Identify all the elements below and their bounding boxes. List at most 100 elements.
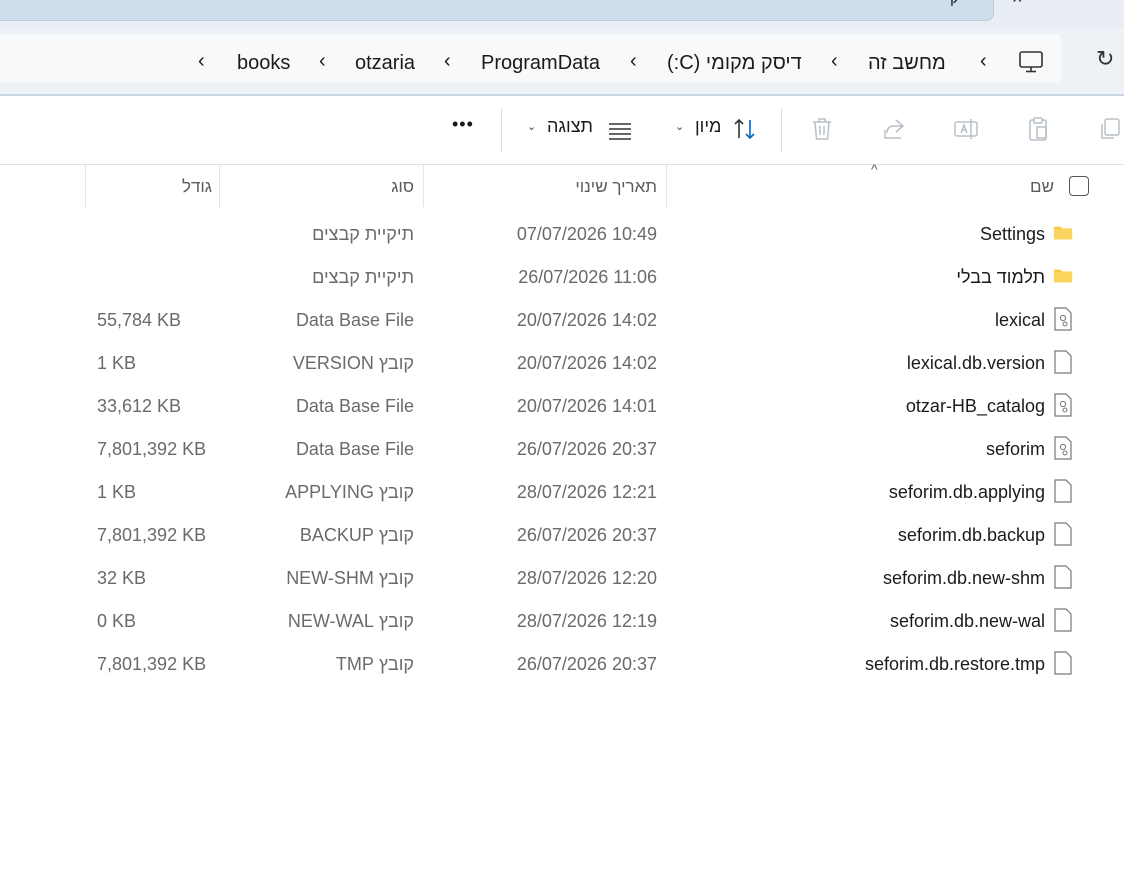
file-date: 28/07/2026 12:20: [516, 568, 657, 588]
file-name[interactable]: seforim.db.restore.tmp: [865, 654, 1045, 675]
sort-arrows-icon[interactable]: [732, 116, 758, 142]
file-name[interactable]: lexical: [995, 310, 1045, 331]
file-type: Data Base File: [295, 396, 414, 416]
file-date: 28/07/2026 12:19: [516, 611, 657, 631]
file-type: קובץ NEW-SHM: [286, 568, 414, 588]
db-file-icon: [1054, 436, 1072, 460]
breadcrumb-otzaria[interactable]: otzaria: [355, 52, 415, 75]
file-size: 7,801,392 KB: [97, 525, 207, 545]
column-header-row: ^ גודל סוג תאריך שינוי שם: [0, 161, 1124, 207]
paste-icon[interactable]: [1025, 116, 1051, 142]
file-name[interactable]: Settings: [980, 224, 1045, 245]
toolbar-separator: [781, 108, 782, 152]
sort-up-icon: ^: [871, 161, 878, 177]
file-row[interactable]: 32 KB קובץ NEW-SHM 28/07/2026 12:20 sefo…: [0, 558, 1124, 601]
file-name[interactable]: lexical.db.version: [907, 353, 1045, 374]
file-row[interactable]: 7,801,392 KB Data Base File 26/07/2026 2…: [0, 429, 1124, 472]
rename-icon[interactable]: [953, 116, 979, 142]
column-header-date[interactable]: תאריך שינוי: [575, 177, 657, 197]
file-size: 55,784 KB: [97, 310, 182, 330]
file-name[interactable]: seforim: [986, 439, 1045, 460]
file-name[interactable]: seforim.db.backup: [898, 525, 1045, 546]
file-row[interactable]: 7,801,392 KB קובץ TMP 26/07/2026 20:37 s…: [0, 644, 1124, 687]
file-icon: [1054, 350, 1072, 374]
file-type: Data Base File: [295, 310, 414, 330]
file-icon: [1054, 608, 1072, 632]
file-date: 20/07/2026 14:02: [516, 353, 657, 373]
address-bar[interactable]: ‹ books ‹ otzaria ‹ ProgramData ‹ דיסק מ…: [0, 34, 1062, 82]
more-options-button[interactable]: •••: [452, 114, 474, 135]
file-date: 26/07/2026 11:06: [518, 267, 657, 287]
chevron-left-icon[interactable]: ‹: [444, 50, 451, 73]
column-header-type[interactable]: סוג: [391, 177, 414, 197]
toolbar-separator: [501, 108, 502, 152]
file-type: קובץ BACKUP: [299, 525, 414, 545]
file-date: 20/07/2026 14:01: [516, 396, 657, 416]
sort-button[interactable]: מיון: [695, 116, 721, 137]
breadcrumb-programdata[interactable]: ProgramData: [481, 52, 600, 75]
file-date: 20/07/2026 14:02: [516, 310, 657, 330]
column-divider: [423, 165, 424, 207]
address-row: ‹ books ‹ otzaria ‹ ProgramData ‹ דיסק מ…: [0, 28, 1124, 94]
file-date: 28/07/2026 12:21: [516, 482, 657, 502]
file-name[interactable]: seforim.db.applying: [889, 482, 1045, 503]
file-date: 26/07/2026 20:37: [516, 654, 657, 674]
file-type: קובץ VERSION: [292, 353, 414, 373]
delete-icon[interactable]: [809, 116, 835, 142]
file-type: קובץ APPLYING: [285, 482, 414, 502]
active-tab[interactable]: [0, 0, 994, 21]
breadcrumb-this-pc[interactable]: מחשב זה: [868, 52, 946, 75]
file-name[interactable]: seforim.db.new-wal: [890, 611, 1045, 632]
view-lines-icon[interactable]: [607, 118, 633, 144]
column-header-size[interactable]: גודל: [182, 177, 212, 197]
chevron-left-icon[interactable]: ‹: [630, 50, 637, 73]
computer-icon[interactable]: [1018, 50, 1044, 74]
file-name[interactable]: seforim.db.new-shm: [883, 568, 1045, 589]
file-icon: [1054, 651, 1072, 675]
file-row[interactable]: 0 KB קובץ NEW-WAL 28/07/2026 12:19 sefor…: [0, 601, 1124, 644]
file-row[interactable]: 1 KB קובץ APPLYING 28/07/2026 12:21 sefo…: [0, 472, 1124, 515]
chevron-left-icon[interactable]: ‹: [831, 50, 838, 73]
column-divider: [666, 165, 667, 207]
file-size: 32 KB: [97, 568, 147, 588]
file-row[interactable]: 7,801,392 KB קובץ BACKUP 26/07/2026 20:3…: [0, 515, 1124, 558]
chevron-left-icon[interactable]: ‹: [319, 50, 326, 73]
file-row[interactable]: 55,784 KB Data Base File 20/07/2026 14:0…: [0, 300, 1124, 343]
sort-dropdown-chevron-icon[interactable]: ⌄: [675, 120, 684, 133]
close-tab-icon[interactable]: ×: [1012, 0, 1023, 9]
folder-icon: [1053, 269, 1073, 283]
column-header-name[interactable]: שם: [1030, 177, 1054, 197]
breadcrumb-local-disk[interactable]: דיסק מקומי (C:): [667, 52, 802, 75]
file-type: קובץ NEW-WAL: [287, 611, 414, 631]
view-button[interactable]: תצוגה: [547, 116, 593, 137]
file-icon: [1054, 565, 1072, 589]
file-size: 7,801,392 KB: [97, 654, 207, 674]
file-type: תיקיית קבצים: [312, 267, 414, 287]
column-divider: [85, 165, 86, 207]
file-type: תיקיית קבצים: [312, 224, 414, 244]
folder-icon: [1053, 226, 1073, 240]
file-size: 33,612 KB: [97, 396, 182, 416]
file-icon: [1054, 522, 1072, 546]
db-file-icon: [1054, 307, 1072, 331]
file-row[interactable]: 1 KB קובץ VERSION 20/07/2026 14:02 lexic…: [0, 343, 1124, 386]
file-icon: [1054, 479, 1072, 503]
file-date: 26/07/2026 20:37: [516, 439, 657, 459]
file-row[interactable]: תיקיית קבצים 07/07/2026 10:49 Settings: [0, 214, 1124, 257]
copy-icon[interactable]: [1097, 116, 1123, 142]
file-name[interactable]: תלמוד בבלי: [956, 267, 1045, 288]
chevron-left-icon[interactable]: ‹: [198, 50, 205, 73]
file-row[interactable]: 33,612 KB Data Base File 20/07/2026 14:0…: [0, 386, 1124, 429]
refresh-icon[interactable]: ↻: [1096, 46, 1114, 72]
file-type: Data Base File: [295, 439, 414, 459]
file-row[interactable]: תיקיית קבצים 26/07/2026 11:06 תלמוד בבלי: [0, 257, 1124, 300]
file-name[interactable]: otzar-HB_catalog: [906, 396, 1045, 417]
share-icon[interactable]: [881, 116, 907, 142]
file-date: 26/07/2026 20:37: [516, 525, 657, 545]
db-file-icon: [1054, 393, 1072, 417]
breadcrumb-books[interactable]: books: [237, 52, 290, 75]
view-dropdown-chevron-icon[interactable]: ⌄: [527, 120, 536, 133]
chevron-left-icon[interactable]: ‹: [980, 50, 987, 73]
tab-label[interactable]: ק: [950, 0, 959, 7]
select-all-checkbox[interactable]: [1069, 176, 1089, 196]
